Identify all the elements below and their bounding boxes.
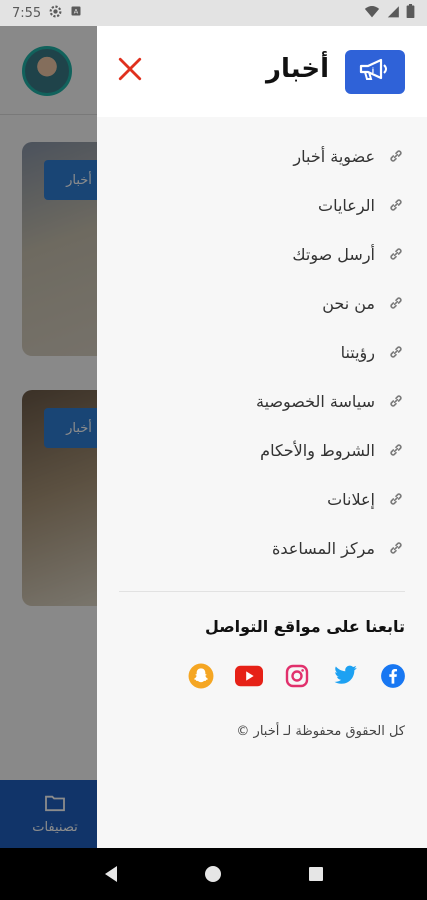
link-icon bbox=[387, 196, 405, 214]
link-icon bbox=[387, 539, 405, 557]
menu-item-label: مركز المساعدة bbox=[272, 538, 375, 558]
status-bar: 7:55 A bbox=[0, 0, 427, 26]
notification-icon: A bbox=[70, 5, 82, 21]
section-divider bbox=[119, 591, 405, 592]
status-time: 7:55 bbox=[12, 5, 42, 21]
signal-icon bbox=[386, 5, 400, 22]
menu-item-label: رؤيتنا bbox=[340, 342, 375, 362]
svg-text:i: i bbox=[372, 67, 374, 75]
follow-title: تابعنا على مواقع التواصل bbox=[204, 617, 405, 636]
menu-item-label: من نحن bbox=[322, 293, 375, 313]
system-navigation-bar bbox=[0, 848, 427, 900]
link-icon bbox=[387, 245, 405, 263]
link-icon bbox=[387, 392, 405, 410]
logo: i bbox=[345, 50, 405, 94]
recents-icon[interactable] bbox=[304, 862, 328, 886]
link-icon bbox=[387, 490, 405, 508]
menu-item-vision[interactable]: رؤيتنا bbox=[125, 337, 405, 367]
menu-item-help-center[interactable]: مركز المساعدة bbox=[125, 533, 405, 563]
copyright-text: كل الحقوق محفوظة لـ أخبار © bbox=[236, 724, 405, 739]
home-icon[interactable] bbox=[201, 862, 225, 886]
snapchat-icon[interactable] bbox=[187, 662, 215, 690]
megaphone-icon: i bbox=[357, 57, 393, 87]
youtube-icon[interactable] bbox=[235, 662, 263, 690]
menu-item-ads[interactable]: إعلانات bbox=[125, 484, 405, 514]
battery-icon bbox=[406, 4, 415, 22]
menu-item-privacy[interactable]: سياسة الخصوصية bbox=[125, 386, 405, 416]
menu-item-membership[interactable]: عضوية أخبار bbox=[125, 141, 405, 171]
menu-item-label: الشروط والأحكام bbox=[260, 440, 375, 460]
settings-icon bbox=[49, 5, 62, 22]
instagram-icon[interactable] bbox=[283, 662, 311, 690]
facebook-icon[interactable] bbox=[379, 662, 407, 690]
link-icon bbox=[387, 294, 405, 312]
social-links bbox=[187, 661, 407, 691]
close-button[interactable] bbox=[115, 56, 145, 86]
drawer-title: أخبار bbox=[266, 54, 329, 84]
menu-item-label: سياسة الخصوصية bbox=[256, 391, 375, 411]
drawer-body: عضوية أخبار الرعايات أرسل صوتك من نحن رؤ… bbox=[97, 117, 427, 848]
menu-item-send-voice[interactable]: أرسل صوتك bbox=[125, 239, 405, 269]
svg-text:A: A bbox=[74, 8, 79, 16]
link-icon bbox=[387, 441, 405, 459]
menu-item-sponsorships[interactable]: الرعايات bbox=[125, 190, 405, 220]
menu-item-label: أرسل صوتك bbox=[292, 244, 375, 264]
link-icon bbox=[387, 343, 405, 361]
wifi-icon bbox=[364, 5, 380, 22]
drawer-header: أخبار i bbox=[97, 26, 427, 117]
navigation-drawer: أخبار i عضوية أخبار الرعايات أرسل صوتك م… bbox=[97, 26, 427, 848]
twitter-icon[interactable] bbox=[331, 662, 359, 690]
menu-item-terms[interactable]: الشروط والأحكام bbox=[125, 435, 405, 465]
back-icon[interactable] bbox=[99, 862, 123, 886]
menu-item-label: إعلانات bbox=[327, 489, 375, 509]
link-icon bbox=[387, 147, 405, 165]
close-icon bbox=[117, 56, 143, 86]
menu-item-label: عضوية أخبار bbox=[293, 146, 375, 166]
menu-item-label: الرعايات bbox=[318, 195, 375, 215]
menu-item-about[interactable]: من نحن bbox=[125, 288, 405, 318]
